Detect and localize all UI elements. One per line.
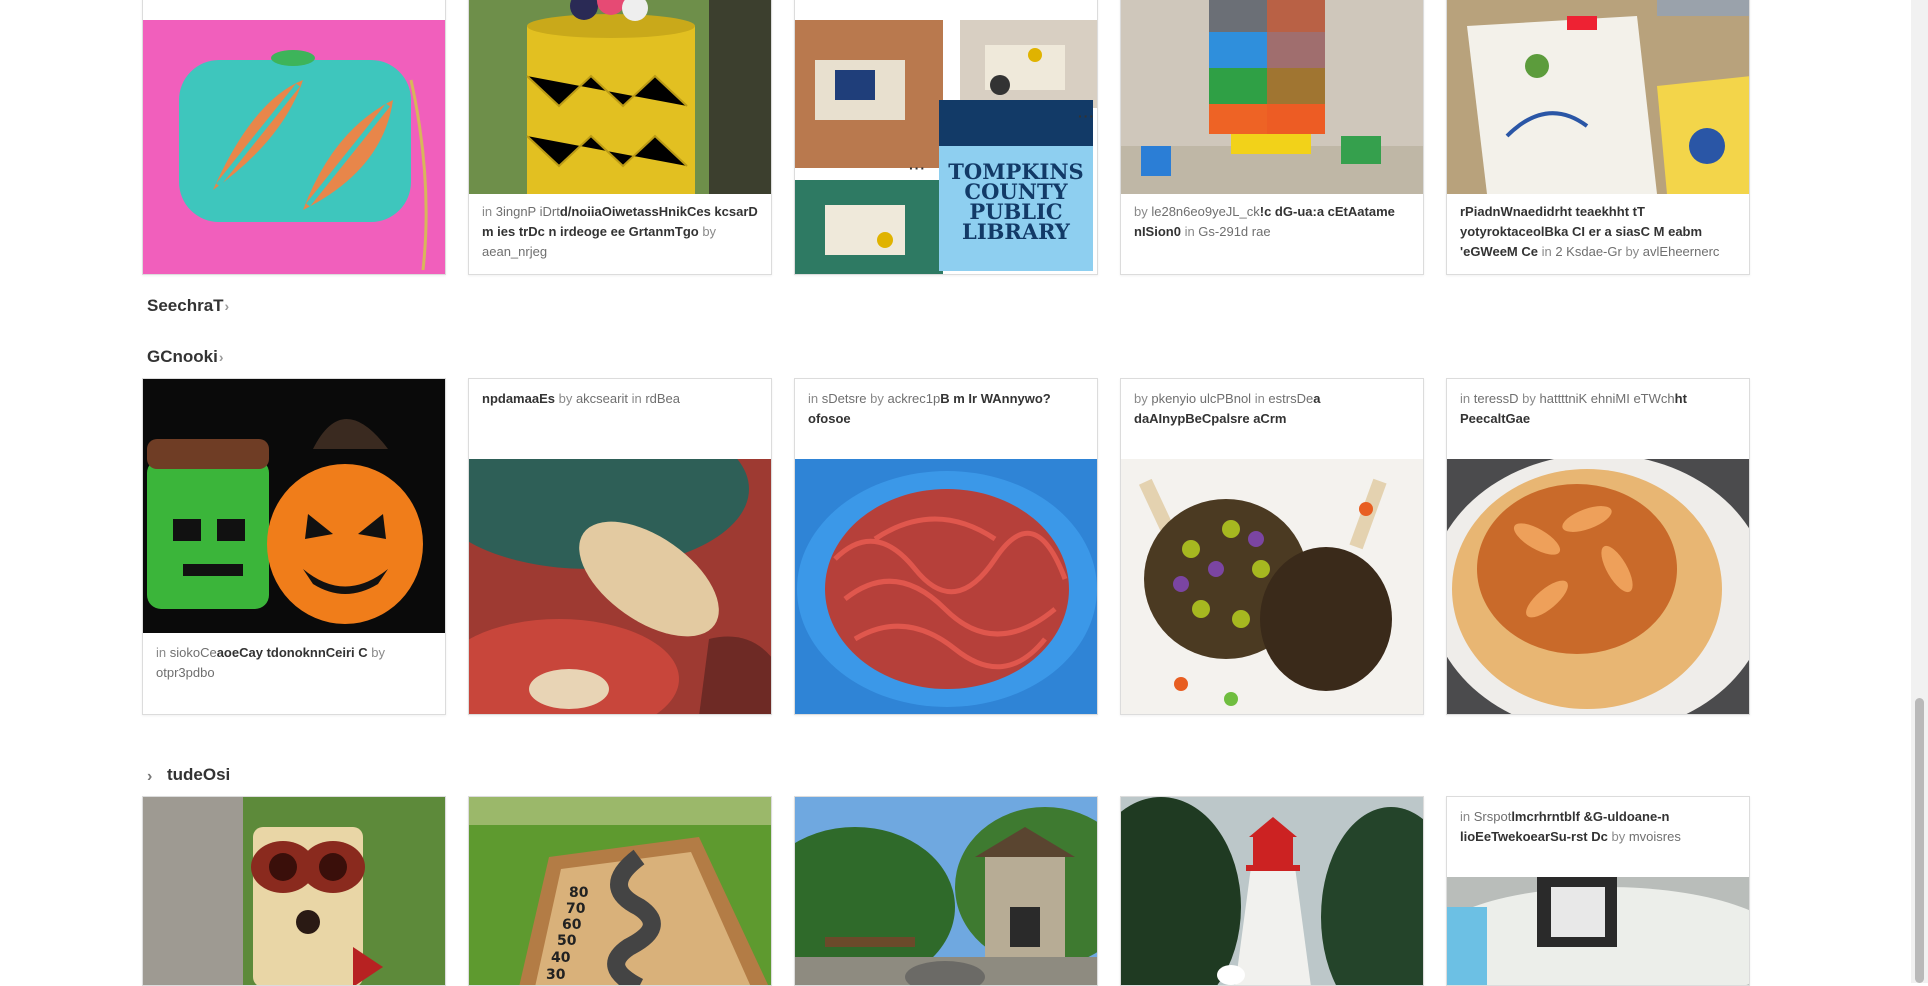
meta-link[interactable]: akcsearit (576, 391, 628, 406)
project-meta: in sDetsre by ackrec1pB m Ir WAnnywo? of… (808, 389, 1087, 429)
scrollbar-thumb[interactable] (1915, 698, 1924, 983)
gauge-number: 40 (551, 950, 571, 966)
meta-label: by (1134, 204, 1152, 219)
project-card-halloween[interactable]: in siokoCeaoeCay tdonoknnCeiri C by otpr… (142, 378, 446, 715)
project-image[interactable] (1121, 797, 1423, 985)
meta-link[interactable]: mvoisres (1629, 829, 1681, 844)
project-card-patio[interactable] (794, 796, 1098, 986)
project-card-galette[interactable]: in teressD by hattttniK ehniMI eTWchht P… (1446, 378, 1750, 715)
meta-link[interactable]: 3ingnP iDrt (496, 204, 560, 219)
project-image[interactable] (1447, 0, 1749, 194)
section-heading-3[interactable]: › tudeOsi (147, 765, 230, 785)
meta-label: by (866, 391, 888, 406)
meta-label: in (1460, 391, 1474, 406)
project-image[interactable] (1447, 459, 1749, 714)
meta-link[interactable]: sDetsre (822, 391, 867, 406)
section-heading-1[interactable]: SeechraT› (147, 296, 229, 316)
meta-link[interactable]: aean_nrjeg (482, 244, 547, 259)
more-icon[interactable]: ··· (909, 160, 926, 176)
meta-label: by (1621, 244, 1643, 259)
project-meta: npdamaaEs by akcsearit in rdBea (482, 389, 761, 409)
meta-label: by (367, 645, 386, 660)
meta-label: by (1607, 829, 1629, 844)
project-card-apples[interactable]: by pkenyio ulcPBnol in estrsDea daAInypB… (1120, 378, 1424, 715)
meta-link[interactable]: Srspot (1474, 809, 1512, 824)
section-title[interactable]: tudeOsi (167, 765, 230, 784)
project-card-board[interactable]: 80 70 60 50 40 30 (468, 796, 772, 986)
meta-label: in (808, 391, 822, 406)
project-image[interactable]: 80 70 60 50 40 30 (469, 797, 771, 985)
project-title[interactable]: aoeCay tdonoknnCeiri C (217, 645, 368, 660)
meta-link[interactable]: pkenyio ulcPBnol (1151, 391, 1251, 406)
meta-label: in (1251, 391, 1269, 406)
gauge-number: 60 (562, 917, 582, 933)
chevron-right-icon: › (147, 768, 153, 785)
project-card-lighthouse[interactable] (1120, 796, 1424, 986)
meta-label: in (1538, 244, 1556, 259)
project-image[interactable] (469, 459, 771, 714)
meta-link[interactable]: 2 Ksdae-Gr (1555, 244, 1621, 259)
meta-label: in (1180, 224, 1199, 239)
library-sign: TOMPKINS COUNTY PUBLIC LIBRARY (939, 100, 1093, 271)
project-image[interactable] (469, 0, 771, 194)
project-meta: in Srspotlmcrhrntblf &G-uldoane-n lioEeT… (1460, 807, 1739, 847)
project-meta: by le28n6eo9yeJL_ck!c dG-ua:a cEtAatame … (1134, 202, 1413, 242)
project-card-cat[interactable]: rPiadnWnaedidrht teaekhht tT yotyroktace… (1446, 0, 1750, 275)
meta-label: in (1460, 809, 1474, 824)
meta-label: in (627, 391, 646, 406)
project-image[interactable] (1447, 877, 1749, 985)
project-image[interactable] (1121, 0, 1423, 194)
meta-link[interactable]: avlEheernerc (1643, 244, 1720, 259)
meta-label: by (1518, 391, 1540, 406)
meta-link[interactable]: teressD (1474, 391, 1519, 406)
project-image[interactable] (1121, 459, 1423, 714)
project-card-owl[interactable] (142, 796, 446, 986)
meta-label: in (482, 204, 496, 219)
meta-link[interactable]: rdBea (645, 391, 680, 406)
meta-link[interactable]: Gs-291d rae (1198, 224, 1270, 239)
project-card-surf[interactable]: in Srspotlmcrhrntblf &G-uldoane-n lioEeT… (1446, 796, 1750, 986)
gauge-number: 70 (566, 901, 586, 917)
chevron-right-icon: › (218, 349, 224, 365)
project-image[interactable] (795, 459, 1097, 714)
section-title[interactable]: SeechraT (147, 296, 224, 315)
project-image[interactable] (795, 797, 1097, 985)
meta-link[interactable]: estrsDe (1268, 391, 1313, 406)
gauge-number: 80 (569, 885, 589, 901)
gauge-number: 30 (546, 967, 566, 983)
meta-link[interactable]: le28n6eo9yeJL_ck (1151, 204, 1259, 219)
meta-link[interactable]: siokoCe (170, 645, 217, 660)
project-meta: rPiadnWnaedidrht teaekhht tT yotyroktace… (1460, 202, 1739, 262)
section-title[interactable]: GCnooki (147, 347, 218, 366)
project-card-cubes[interactable]: by le28n6eo9yeJL_ck!c dG-ua:a cEtAatame … (1120, 0, 1424, 275)
meta-link[interactable]: hattttniK ehniMI eTWch (1540, 391, 1675, 406)
project-card-robot[interactable]: TOMPKINS COUNTY PUBLIC LIBRARY ··· ··· (794, 0, 1098, 275)
project-image[interactable] (143, 379, 445, 633)
project-card-worms[interactable]: in sDetsre by ackrec1pB m Ir WAnnywo? of… (794, 378, 1098, 715)
meta-label: by (1134, 391, 1152, 406)
chevron-right-icon: › (224, 298, 230, 314)
project-meta: in teressD by hattttniK ehniMI eTWchht P… (1460, 389, 1739, 429)
project-card-bag[interactable] (142, 0, 446, 275)
project-image[interactable] (143, 20, 445, 274)
project-meta: in siokoCeaoeCay tdonoknnCeiri C by otpr… (156, 643, 435, 683)
project-card-pen[interactable]: in 3ingnP iDrtd/noiiaOiwetassHnikCes kcs… (468, 0, 772, 275)
meta-label: in (156, 645, 170, 660)
project-meta: in 3ingnP iDrtd/noiiaOiwetassHnikCes kcs… (482, 202, 761, 262)
meta-link[interactable]: ackrec1p (888, 391, 941, 406)
project-image[interactable] (143, 797, 445, 985)
scrollbar[interactable] (1911, 0, 1928, 983)
project-meta: by pkenyio ulcPBnol in estrsDea daAInypB… (1134, 389, 1413, 429)
section-heading-2[interactable]: GCnooki› (147, 347, 224, 367)
meta-link[interactable]: otpr3pdbo (156, 665, 215, 680)
meta-label: by (554, 391, 576, 406)
gauge-number: 50 (557, 933, 577, 949)
meta-label: by (698, 224, 717, 239)
more-icon[interactable]: ··· (1078, 108, 1095, 124)
project-title[interactable]: npdamaaEs (482, 391, 555, 406)
project-card-cookie[interactable]: npdamaaEs by akcsearit in rdBea (468, 378, 772, 715)
